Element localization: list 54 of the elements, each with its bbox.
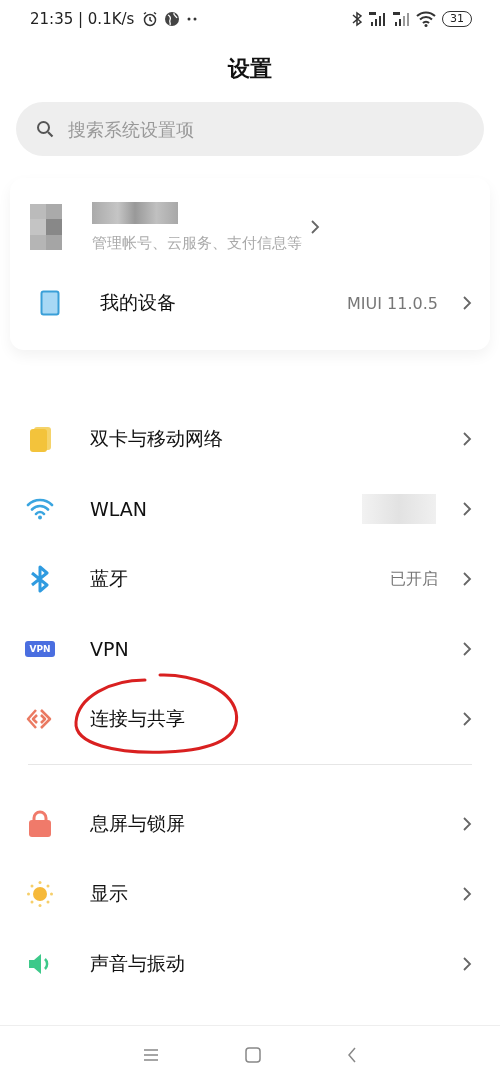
blurred-avatar	[30, 204, 62, 250]
chevron-icon	[462, 886, 472, 902]
row-label: 我的设备	[100, 290, 176, 315]
settings-row[interactable]: 蓝牙 已开启	[0, 544, 500, 614]
settings-row[interactable]: 我的设备 MIUI 11.0.5	[10, 268, 490, 338]
settings-row[interactable]: 声音与振动	[0, 929, 500, 999]
status-time: 21:35 | 0.1K/s	[30, 10, 135, 28]
chevron-icon	[462, 711, 472, 727]
settings-row[interactable]: 连接与共享	[0, 684, 500, 754]
bluetooth-icon	[352, 11, 362, 27]
diamond-arrows-icon	[26, 707, 54, 731]
wifi-icon	[416, 11, 436, 27]
chevron-icon	[462, 816, 472, 832]
menu-icon[interactable]	[143, 1048, 159, 1062]
sun-icon	[26, 880, 54, 908]
lock-icon	[27, 810, 53, 838]
settings-row[interactable]: 显示	[0, 859, 500, 929]
chevron-icon	[462, 956, 472, 972]
chevron-icon	[462, 571, 472, 587]
settings-row[interactable]: VPN VPN	[0, 614, 500, 684]
tablet-icon	[40, 290, 60, 316]
row-label: 连接与共享	[90, 706, 185, 731]
account-subtitle: 管理帐号、云服务、支付信息等	[92, 233, 302, 253]
signal-icon	[368, 11, 386, 27]
row-value: 已开启	[390, 568, 438, 590]
search-icon	[36, 120, 54, 138]
chevron-icon	[462, 295, 472, 311]
row-label: 声音与振动	[90, 951, 185, 976]
chevron-icon	[310, 219, 320, 235]
back-icon[interactable]	[347, 1047, 357, 1063]
bluetooth-icon	[29, 565, 51, 593]
row-value: MIUI 11.0.5	[347, 293, 438, 313]
row-label: VPN	[90, 638, 129, 660]
signal-icon	[392, 11, 410, 27]
more-dots-icon	[186, 16, 199, 22]
row-label: WLAN	[90, 498, 148, 520]
row-label: 息屏与锁屏	[90, 811, 185, 836]
chevron-icon	[462, 431, 472, 447]
chevron-icon	[462, 501, 472, 517]
sim-cards-icon	[28, 426, 52, 452]
alarm-clock-icon	[142, 11, 159, 27]
vpn-icon: VPN	[25, 641, 55, 657]
chevron-icon	[462, 641, 472, 657]
home-icon[interactable]	[245, 1047, 261, 1063]
row-label: 蓝牙	[90, 566, 128, 591]
settings-row[interactable]: 息屏与锁屏	[0, 789, 500, 859]
page-title: 设置	[226, 55, 273, 83]
row-label: 双卡与移动网络	[90, 426, 223, 451]
search-field[interactable]: 搜索系统设置项	[16, 102, 484, 156]
settings-row[interactable]: WLAN	[0, 474, 500, 544]
globe-icon	[164, 11, 181, 27]
wifi-icon	[26, 498, 54, 520]
settings-row[interactable]: 双卡与移动网络	[0, 404, 500, 474]
row-label: 显示	[90, 881, 128, 906]
